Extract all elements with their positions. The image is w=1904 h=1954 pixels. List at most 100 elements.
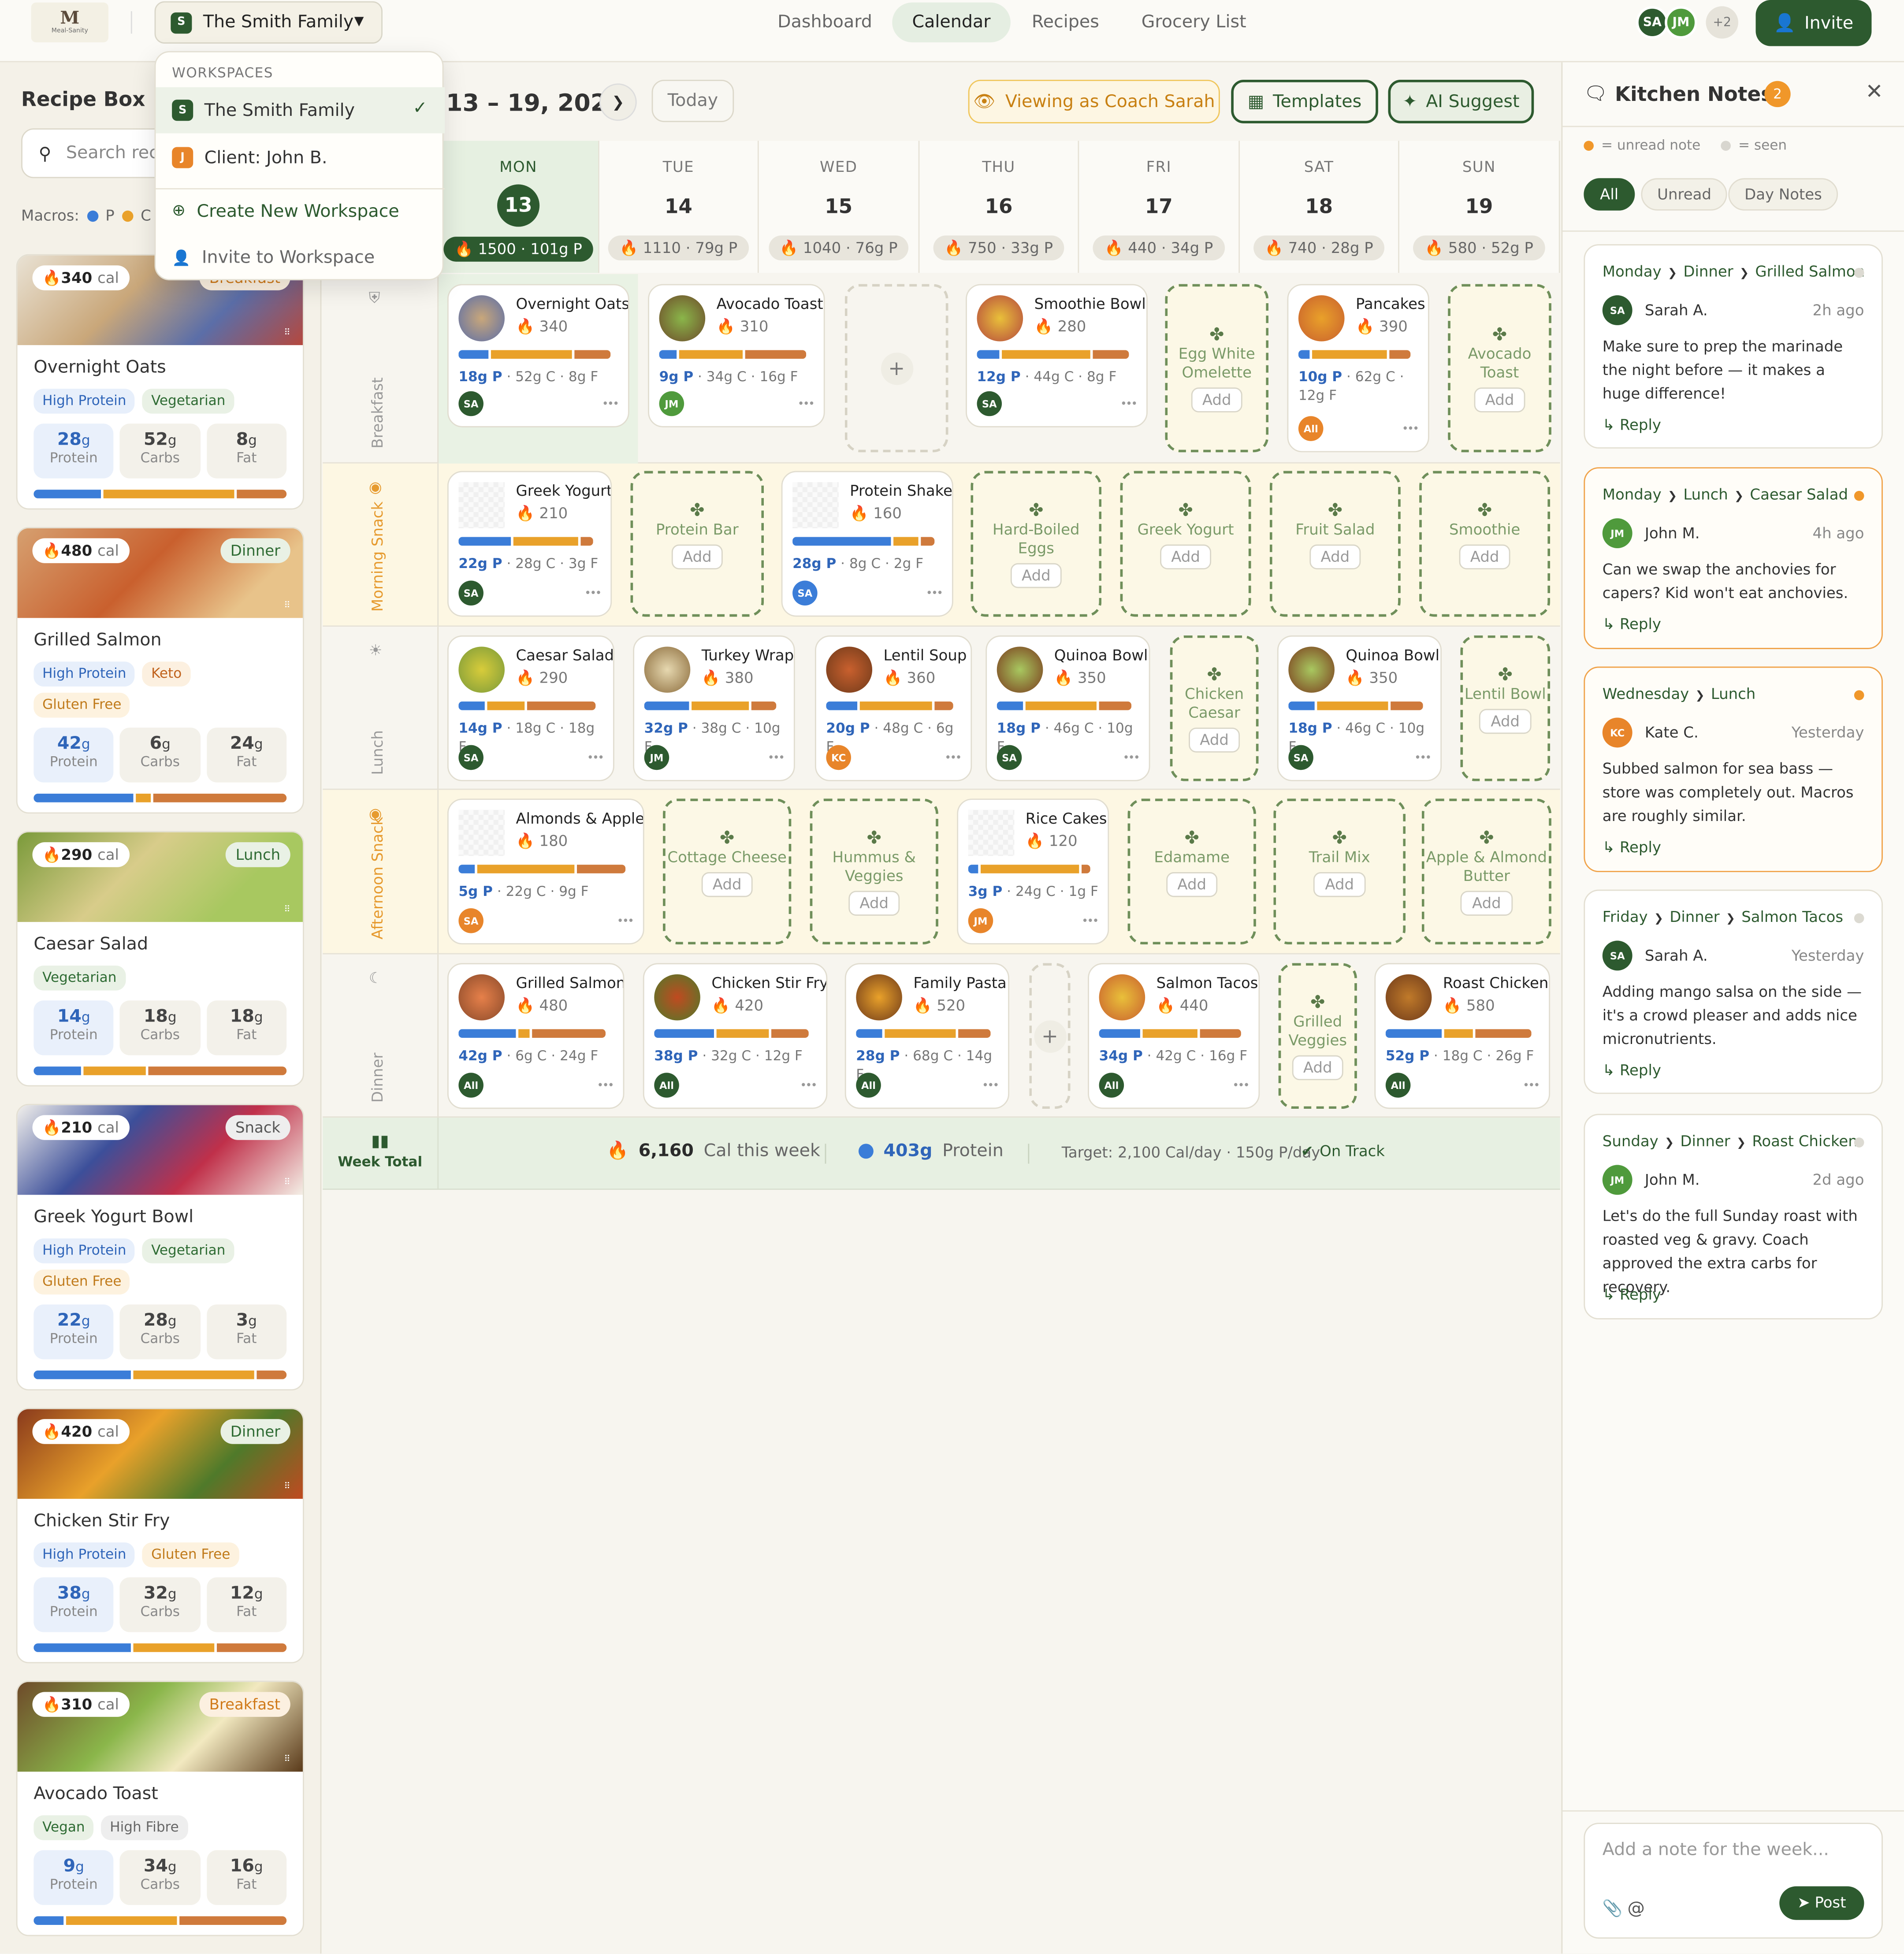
add-meal-slot[interactable]: + (844, 284, 948, 453)
add-button[interactable]: Add (1461, 890, 1513, 915)
assignee-avatar[interactable]: All (856, 1073, 881, 1098)
more-icon[interactable]: ••• (597, 1080, 614, 1092)
add-button[interactable]: Add (1160, 544, 1212, 569)
more-icon[interactable]: ••• (584, 588, 602, 600)
more-icon[interactable]: ••• (1402, 423, 1419, 436)
drag-handle-icon[interactable]: ⠿ (284, 601, 290, 611)
note-card[interactable]: Sunday ❯ Dinner ❯ Roast Chicken JM John M. 2d a… (1584, 1114, 1883, 1320)
assignee-avatar[interactable]: KC (826, 745, 851, 770)
day-header-mon[interactable]: MON 13 🔥 1500 · 101g P (439, 141, 599, 273)
ai-suggest-button[interactable]: ✦ AI Suggest (1388, 79, 1534, 123)
add-button[interactable]: Add (1191, 386, 1243, 412)
meal-card[interactable]: Rice Cakes 🔥 120 3g P · 24g C · 1g F JM ••• (957, 799, 1109, 945)
day-header-sat[interactable]: SAT 18 🔥 740 · 28g P (1240, 141, 1399, 273)
reply-button[interactable]: ↳ Reply (1603, 1062, 1661, 1079)
recipe-card[interactable]: 🔥210 cal Snack ⠿ Greek Yogurt Bowl High Prot… (16, 1103, 304, 1391)
add-button[interactable]: Add (1309, 544, 1361, 569)
suggestion-slot[interactable]: ✤ Egg White Omelette Add (1165, 284, 1269, 453)
recipe-card[interactable]: 🔥340 calBreakfast⠿Overnight OatsHigh Pro… (16, 254, 304, 510)
workspace-option-smith[interactable]: S The Smith Family ✓ (156, 87, 445, 134)
meal-card[interactable]: Lentil Soup 🔥 360 20g P · 48g C · 6g F KC ••… (814, 635, 972, 781)
add-button[interactable]: Add (1292, 1055, 1344, 1080)
assignee-avatar[interactable]: All (458, 1073, 483, 1098)
assignee-avatar[interactable]: All (654, 1073, 679, 1098)
note-breadcrumb[interactable]: Wednesday ❯ Lunch (1603, 685, 1756, 703)
add-button[interactable]: Add (671, 544, 723, 569)
suggestion-slot[interactable]: ✤ Apple & Almond Butter Add (1421, 799, 1551, 945)
meal-card[interactable]: Caesar Salad 🔥 290 14g P · 18g C · 18g F SA… (447, 635, 614, 781)
workspace-option-john[interactable]: J Client: John B. (156, 134, 445, 181)
more-icon[interactable]: ••• (1414, 753, 1432, 765)
reply-button[interactable]: ↳ Reply (1603, 839, 1661, 856)
add-button[interactable]: Add (1188, 727, 1240, 752)
assignee-avatar[interactable]: SA (458, 745, 483, 770)
filter-unread[interactable]: Unread (1641, 178, 1728, 211)
note-breadcrumb[interactable]: Monday ❯ Lunch ❯ Caesar Salad (1603, 486, 1848, 504)
suggestion-slot[interactable]: ✤ Chicken Caesar Add (1170, 635, 1259, 781)
today-button[interactable]: Today (651, 79, 734, 123)
assignee-avatar[interactable]: All (1298, 416, 1324, 441)
meal-card[interactable]: Overnight Oats 🔥 340 18g P · 52g C · 8g FS… (447, 284, 629, 427)
recipe-card[interactable]: 🔥310 cal Breakfast ⠿ Avocado Toast Vegan High… (16, 1680, 304, 1936)
meal-card[interactable]: Protein Shake 🔥 160 28g P · 8g C · 2g F SA •… (781, 471, 953, 617)
note-composer[interactable]: Add a note for the week... 📎 @ ➤ Post (1584, 1823, 1883, 1939)
day-header-fri[interactable]: FRI 17 🔥 440 · 34g P (1079, 141, 1240, 273)
coach-view-button[interactable]: 👁 Viewing as Coach Sarah (968, 79, 1220, 123)
note-breadcrumb[interactable]: Sunday ❯ Dinner ❯ Roast Chicken (1603, 1133, 1858, 1150)
suggestion-slot[interactable]: ✤ Grilled Veggies Add (1278, 963, 1357, 1109)
recipe-card[interactable]: 🔥290 cal Lunch ⠿ Caesar Salad Vegetarian 14g P… (16, 831, 304, 1087)
assignee-avatar[interactable]: SA (1288, 745, 1313, 770)
close-icon[interactable]: ✕ (1865, 80, 1883, 105)
more-members-badge[interactable]: +2 (1706, 6, 1738, 39)
note-input[interactable]: Add a note for the week... (1603, 1840, 1829, 1860)
more-icon[interactable]: ••• (945, 753, 962, 765)
add-button[interactable]: Add (848, 890, 900, 915)
drag-handle-icon[interactable]: ⠿ (284, 1178, 290, 1188)
note-card[interactable]: Wednesday ❯ Lunch KC Kate C. Yesterday Subbed … (1584, 666, 1883, 873)
meal-card[interactable]: Grilled Salmon 🔥 480 42g P · 6g C · 24g FA… (447, 963, 625, 1109)
filter-day-notes[interactable]: Day Notes (1728, 178, 1838, 211)
add-button[interactable]: Add (1166, 871, 1218, 897)
meal-card[interactable]: Chicken Stir Fry 🔥 420 38g P · 32g C · 12g… (643, 963, 828, 1109)
meal-card[interactable]: Pancakes 🔥 390 10g P · 62g C · 12g F All ••• (1287, 284, 1429, 453)
suggestion-slot[interactable]: ✤ Protein Bar Add (630, 471, 764, 617)
filter-all[interactable]: All (1584, 178, 1635, 211)
assignee-avatar[interactable]: SA (977, 391, 1002, 416)
suggestion-slot[interactable]: ✤ Smoothie Add (1419, 471, 1551, 617)
suggestion-slot[interactable]: ✤ Fruit Salad Add (1269, 471, 1401, 617)
assignee-avatar[interactable]: All (1099, 1073, 1124, 1098)
suggestion-slot[interactable]: ✤ Hummus & Veggies Add (810, 799, 938, 945)
invite-button[interactable]: 👤 Invite (1755, 0, 1872, 46)
suggestion-slot[interactable]: ✤ Cottage Cheese Add (663, 799, 792, 945)
more-icon[interactable]: ••• (1120, 399, 1138, 411)
note-card[interactable]: Monday ❯ Lunch ❯ Caesar Salad JM John M. 4h ago… (1584, 467, 1883, 649)
more-icon[interactable]: ••• (1523, 1080, 1540, 1092)
meal-card[interactable]: Almonds & Apple 🔥 180 5g P · 22g C · 9g FS… (447, 799, 644, 945)
assignee-avatar[interactable]: SA (458, 580, 483, 606)
drag-handle-icon[interactable]: ⠿ (284, 328, 290, 338)
meal-card[interactable]: Greek Yogurt 🔥 210 22g P · 28g C · 3g F SA •… (447, 471, 612, 617)
day-header-tue[interactable]: TUE 14 🔥 1110 · 79g P (599, 141, 759, 273)
assignee-avatar[interactable]: SA (997, 745, 1022, 770)
more-icon[interactable]: ••• (798, 399, 815, 411)
more-icon[interactable]: ••• (617, 916, 634, 928)
reply-button[interactable]: ↳ Reply (1603, 416, 1661, 434)
post-button[interactable]: ➤ Post (1779, 1886, 1864, 1920)
note-card[interactable]: Monday ❯ Dinner ❯ Grilled Salmon SA Sarah A. 2h… (1584, 244, 1883, 449)
add-button[interactable]: Add (1479, 708, 1531, 733)
workspace-switcher[interactable]: S The Smith Family ▼ (154, 1, 383, 44)
templates-button[interactable]: ▦ Templates (1231, 79, 1378, 123)
assignee-avatar[interactable]: JM (644, 745, 669, 770)
reply-button[interactable]: ↳ Reply (1603, 1286, 1661, 1304)
recipe-card[interactable]: 🔥480 cal Dinner ⠿ Grilled Salmon High Protei… (16, 527, 304, 814)
add-button[interactable]: Add (701, 871, 753, 897)
suggestion-slot[interactable]: ✤ Greek Yogurt Add (1120, 471, 1251, 617)
meal-card[interactable]: Quinoa Bowl 🔥 350 18g P · 46g C · 10g F SA •… (985, 635, 1150, 781)
nav-grocery-list[interactable]: Grocery List (1121, 3, 1266, 42)
avatar[interactable]: SA (1636, 6, 1669, 39)
drag-handle-icon[interactable]: ⠿ (284, 1754, 290, 1765)
suggestion-slot[interactable]: ✤ Edamame Add (1127, 799, 1256, 945)
drag-handle-icon[interactable]: ⠿ (284, 1482, 290, 1492)
day-header-wed[interactable]: WED 15 🔥 1040 · 76g P (759, 141, 920, 273)
day-header-sun[interactable]: SUN 19 🔥 580 · 52g P (1399, 141, 1560, 273)
